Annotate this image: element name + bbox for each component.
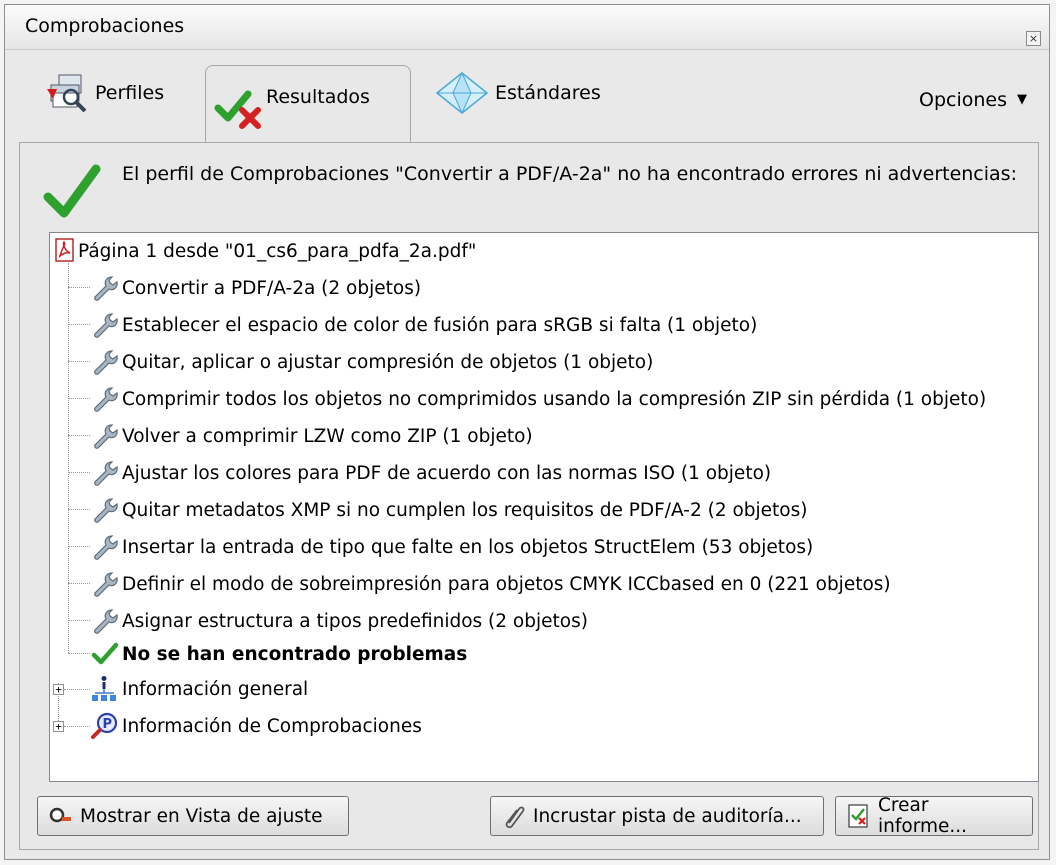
tree-branch xyxy=(68,398,90,399)
no-problems-label: No se han encontrado problemas xyxy=(122,643,468,665)
expand-preflight-info-button[interactable]: + xyxy=(53,721,64,732)
preflight-magnifier-icon: P xyxy=(90,712,120,740)
tree-item-preflight-info[interactable]: P Información de Comprobaciones xyxy=(90,711,422,741)
fixup-label: Insertar la entrada de tipo que falte en… xyxy=(122,536,814,558)
tree-item-general-info[interactable]: Información general xyxy=(90,674,308,704)
create-report-label: Crear informe... xyxy=(878,795,968,837)
tree-item-fixup[interactable]: Insertar la entrada de tipo que falte en… xyxy=(90,532,813,562)
tree-item-fixup[interactable]: Convertir a PDF/A-2a (2 objetos) xyxy=(90,273,421,303)
wrench-icon xyxy=(90,385,120,413)
tree-branch xyxy=(64,726,90,727)
title-bar: Comprobaciones × xyxy=(5,5,1049,50)
fixup-label: Quitar metadatos XMP si no cumplen los r… xyxy=(122,499,808,521)
tree-item-fixup[interactable]: Quitar, aplicar o ajustar compresión de … xyxy=(90,347,653,377)
tree-branch xyxy=(68,324,90,325)
results-panel: El perfil de Comprobaciones "Convertir a… xyxy=(19,142,1039,850)
fixup-label: Definir el modo de sobreimpresión para o… xyxy=(122,573,891,595)
profiles-icon xyxy=(43,71,91,115)
info-hierarchy-icon xyxy=(90,675,120,703)
tab-row: Perfiles Resultados Estándares Opciones … xyxy=(5,49,1049,147)
options-menu[interactable]: Opciones ▼ xyxy=(919,89,1027,111)
tree-branch xyxy=(68,361,90,362)
tree-item-fixup[interactable]: Quitar metadatos XMP si no cumplen los r… xyxy=(90,495,808,525)
embed-audit-trail-label: Incrustar pista de auditoría... xyxy=(533,805,802,827)
tree-item-fixup[interactable]: Ajustar los colores para PDF de acuerdo … xyxy=(90,458,771,488)
close-button[interactable]: × xyxy=(1026,31,1041,46)
tree-branch xyxy=(68,509,90,510)
fixup-label: Ajustar los colores para PDF de acuerdo … xyxy=(122,462,772,484)
tree-connector xyxy=(68,263,69,653)
window-title: Comprobaciones xyxy=(25,15,185,37)
tree-branch xyxy=(68,620,90,621)
options-label: Opciones xyxy=(919,89,1007,111)
general-info-label: Información general xyxy=(122,678,309,700)
tree-branch xyxy=(68,653,90,654)
tree-branch xyxy=(68,287,90,288)
tab-profiles-label: Perfiles xyxy=(95,82,165,104)
paperclip-icon xyxy=(501,803,527,829)
fixup-label: Volver a comprimir LZW como ZIP (1 objet… xyxy=(122,425,533,447)
tree-branch xyxy=(68,583,90,584)
fixup-label: Quitar, aplicar o ajustar compresión de … xyxy=(122,351,654,373)
show-in-fixup-view-label: Mostrar en Vista de ajuste xyxy=(80,805,323,827)
wrench-icon xyxy=(90,496,120,524)
wrench-icon xyxy=(90,422,120,450)
wrench-icon xyxy=(90,311,120,339)
expand-general-info-button[interactable]: + xyxy=(53,684,64,695)
report-icon xyxy=(846,803,872,829)
summary: El perfil de Comprobaciones "Convertir a… xyxy=(20,143,1038,229)
tab-standards[interactable]: Estándares xyxy=(425,63,635,123)
tree-branch xyxy=(68,435,90,436)
tree-branch xyxy=(68,546,90,547)
standards-icon xyxy=(433,71,491,115)
tab-results[interactable]: Resultados xyxy=(205,65,411,147)
magnifier-icon xyxy=(48,803,74,829)
preflight-window: Comprobaciones × Perfiles Resultados Est… xyxy=(4,4,1050,860)
fixup-label: Comprimir todos los objetos no comprimid… xyxy=(122,388,987,410)
wrench-icon xyxy=(90,607,120,635)
success-check-icon xyxy=(42,159,102,223)
show-in-fixup-view-button[interactable]: Mostrar en Vista de ajuste xyxy=(37,796,349,836)
chevron-down-icon: ▼ xyxy=(1017,92,1027,107)
tree-branch xyxy=(68,472,90,473)
wrench-icon xyxy=(90,274,120,302)
create-report-button[interactable]: Crear informe... xyxy=(835,795,1033,837)
wrench-icon xyxy=(90,570,120,598)
tree-item-fixup[interactable]: Definir el modo de sobreimpresión para o… xyxy=(90,569,891,599)
wrench-icon xyxy=(90,459,120,487)
tree-item-fixup[interactable]: Asignar estructura a tipos predefinidos … xyxy=(90,606,588,636)
fixup-label: Establecer el espacio de color de fusión… xyxy=(122,314,758,336)
results-icon xyxy=(214,86,262,130)
tree-root-page[interactable]: Página 1 desde "01_cs6_para_pdfa_2a.pdf" xyxy=(54,236,476,266)
summary-message: El perfil de Comprobaciones "Convertir a… xyxy=(122,163,1017,185)
tree-root-label: Página 1 desde "01_cs6_para_pdfa_2a.pdf" xyxy=(78,240,477,262)
fixup-label: Convertir a PDF/A-2a (2 objetos) xyxy=(122,277,422,299)
preflight-info-label: Información de Comprobaciones xyxy=(122,715,422,737)
embed-audit-trail-button[interactable]: Incrustar pista de auditoría... xyxy=(490,796,824,836)
green-check-icon xyxy=(90,640,120,668)
tab-results-label: Resultados xyxy=(266,86,370,108)
tab-standards-label: Estándares xyxy=(495,82,601,104)
pdf-icon xyxy=(54,237,76,265)
wrench-icon xyxy=(90,348,120,376)
wrench-icon xyxy=(90,533,120,561)
tree-item-fixup[interactable]: Comprimir todos los objetos no comprimid… xyxy=(90,384,986,414)
tab-profiles[interactable]: Perfiles xyxy=(35,63,185,123)
tree-item-fixup[interactable]: Volver a comprimir LZW como ZIP (1 objet… xyxy=(90,421,533,451)
tree-branch xyxy=(64,689,90,690)
results-tree[interactable]: Página 1 desde "01_cs6_para_pdfa_2a.pdf"… xyxy=(49,232,1039,782)
svg-text:P: P xyxy=(103,717,113,732)
tree-item-no-problems[interactable]: No se han encontrado problemas xyxy=(90,639,467,669)
tree-item-fixup[interactable]: Establecer el espacio de color de fusión… xyxy=(90,310,757,340)
fixup-label: Asignar estructura a tipos predefinidos … xyxy=(122,610,588,632)
